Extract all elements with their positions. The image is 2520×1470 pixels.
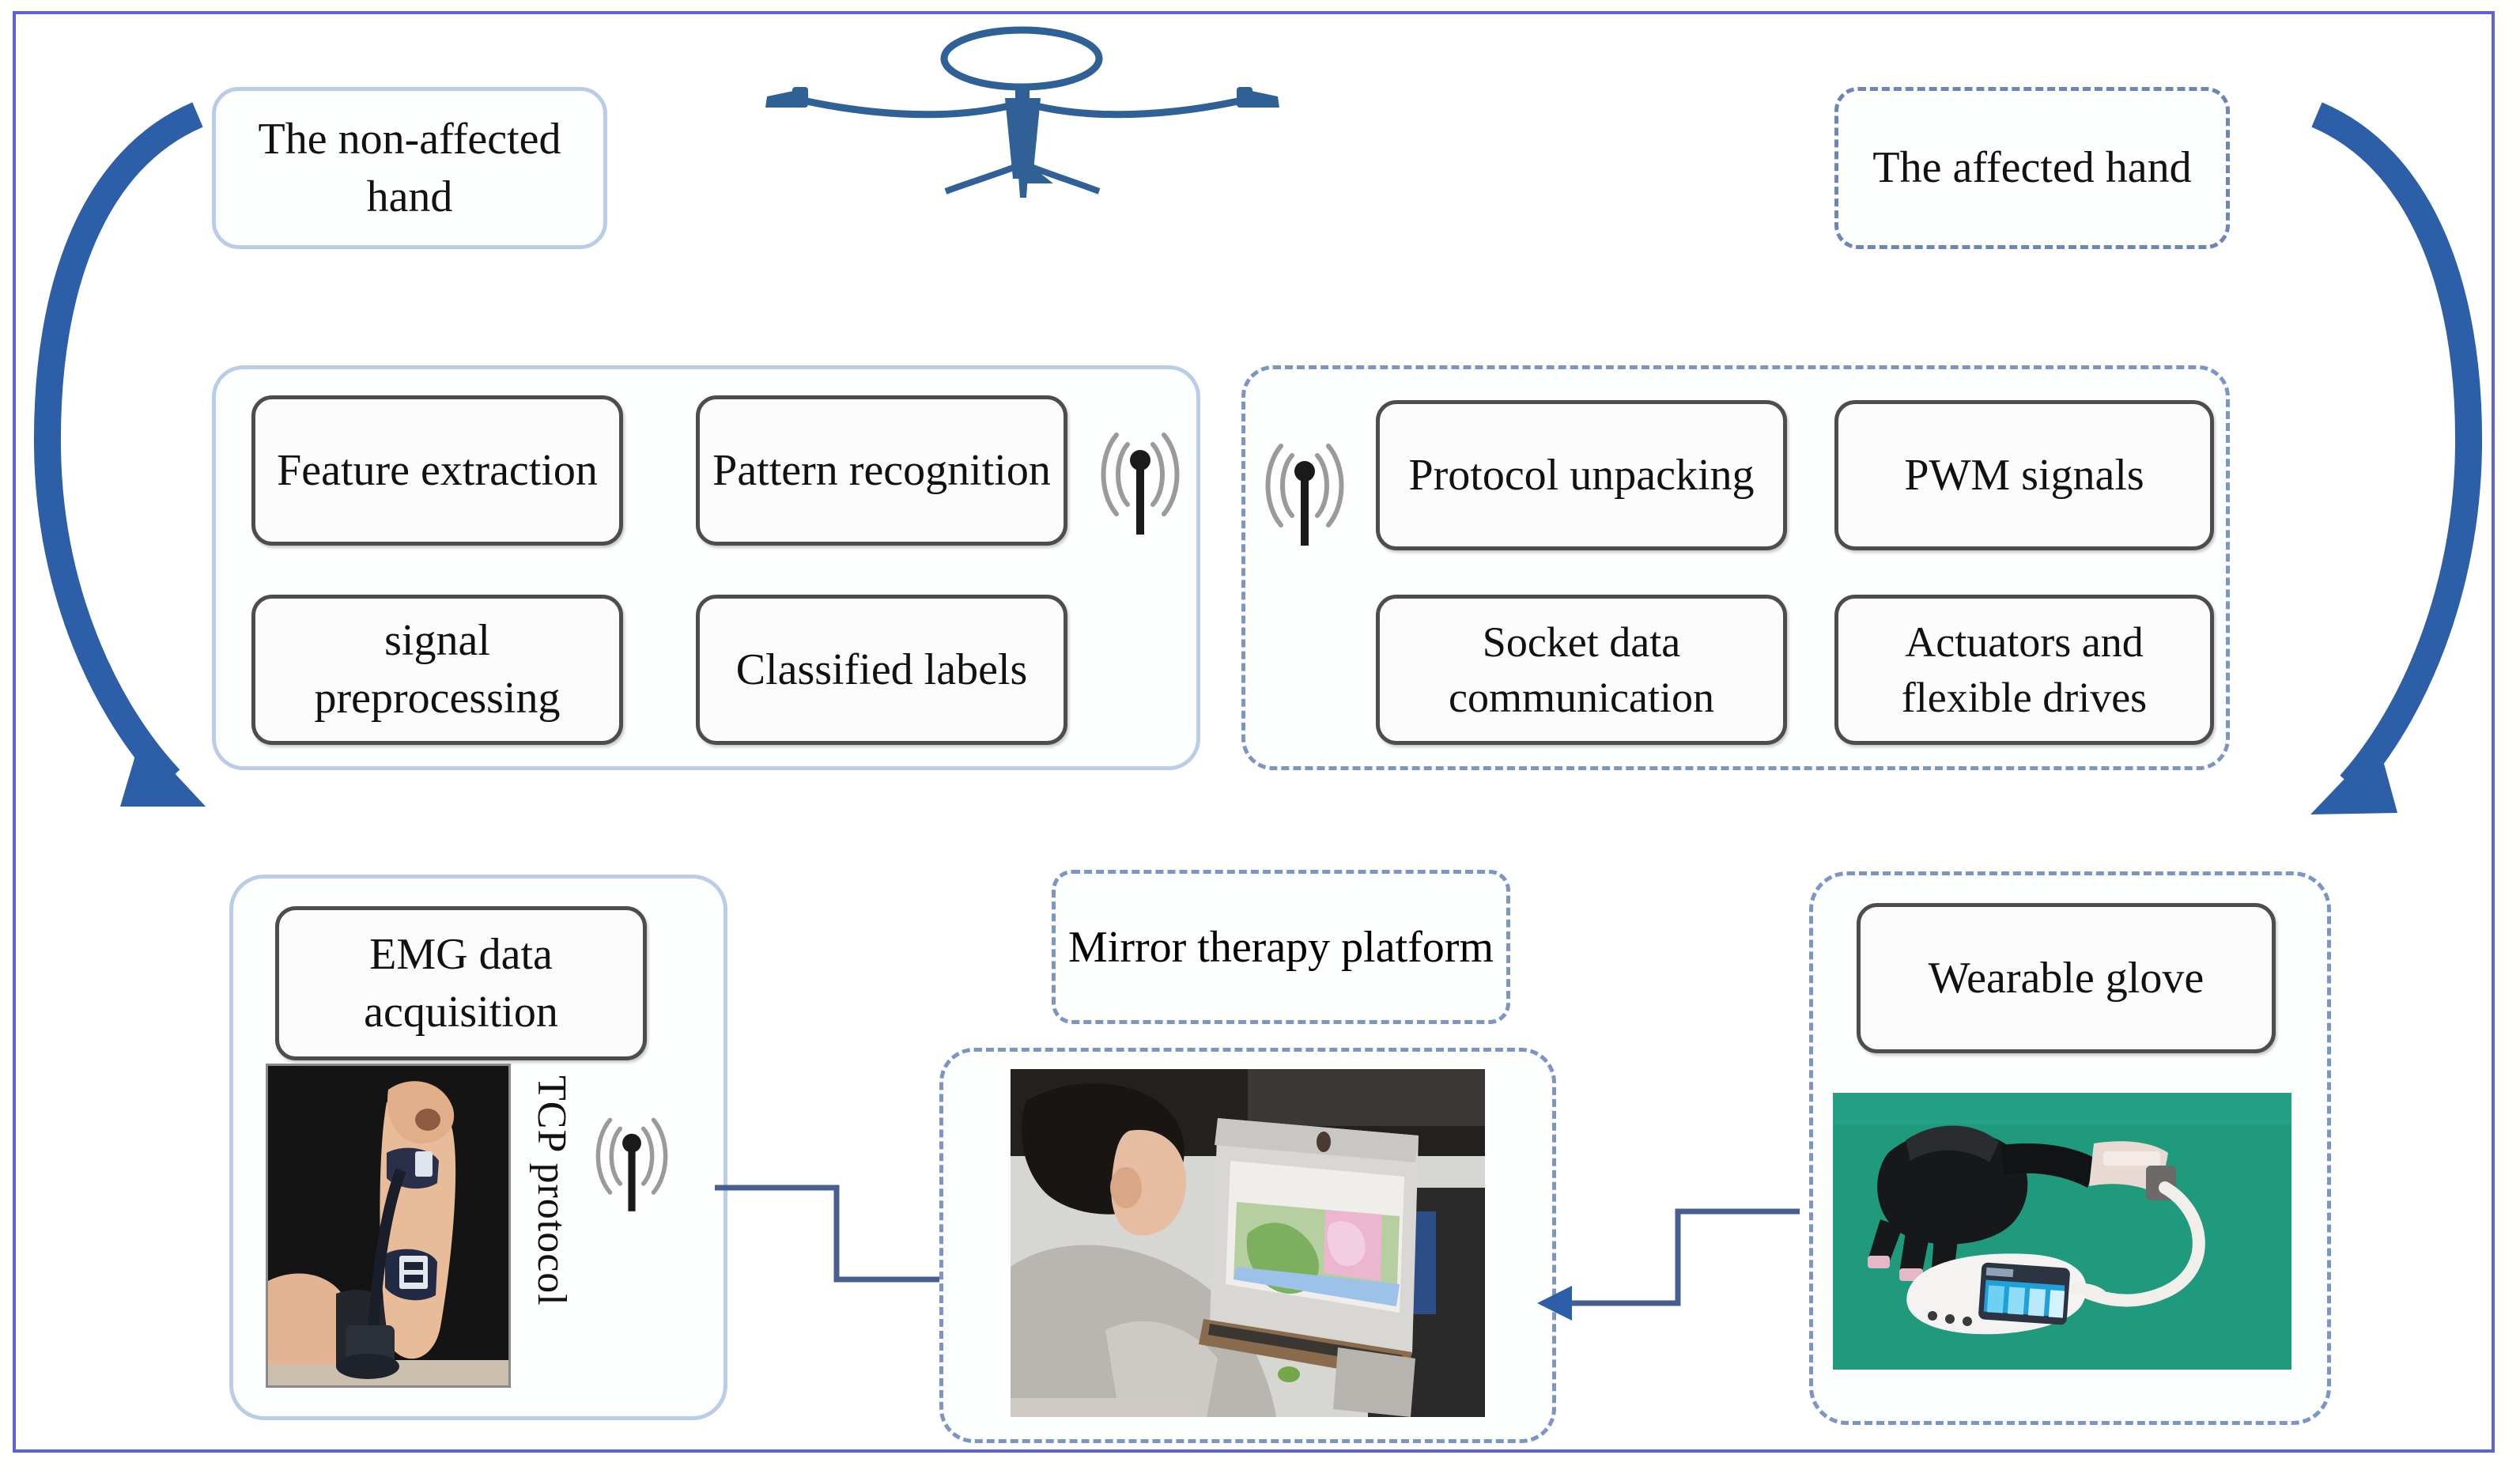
mirror-therapy-platform-label-box[interactable]: Mirror therapy platform bbox=[1052, 870, 1510, 1024]
node-actuators-flexible-drives[interactable]: Actuators and flexible drives bbox=[1834, 595, 2214, 745]
mirror-therapy-platform-label: Mirror therapy platform bbox=[1067, 922, 1494, 972]
emg-forearm-photo bbox=[266, 1064, 511, 1388]
node-label: Feature extraction bbox=[277, 445, 598, 495]
node-pwm-signals[interactable]: PWM signals bbox=[1834, 400, 2214, 550]
emg-data-acquisition-label: EMG data acquisition bbox=[364, 929, 558, 1037]
node-label: Protocol unpacking bbox=[1408, 450, 1755, 500]
node-label: Classified labels bbox=[735, 644, 1028, 694]
wearable-glove-photo bbox=[1833, 1093, 2291, 1370]
node-protocol-unpacking[interactable]: Protocol unpacking bbox=[1376, 400, 1787, 550]
stepped-arrow-left-icon bbox=[1537, 1208, 1800, 1321]
affected-hand-label: The affected hand bbox=[1872, 143, 2192, 193]
diagram-canvas: The non-affected hand The affected hand … bbox=[0, 0, 2520, 1470]
node-socket-data-communication[interactable]: Socket data communication bbox=[1376, 595, 1787, 745]
mirror-therapy-photo bbox=[1011, 1069, 1485, 1417]
node-pattern-recognition[interactable]: Pattern recognition bbox=[696, 395, 1067, 546]
tcp-protocol-label: TCP protocol bbox=[529, 1075, 574, 1306]
wireless-antenna-icon bbox=[1265, 444, 1344, 546]
node-label: Actuators and flexible drives bbox=[1901, 618, 2148, 721]
emg-data-acquisition-label-box[interactable]: EMG data acquisition bbox=[275, 906, 647, 1060]
human-stick-figure-icon bbox=[765, 26, 1279, 198]
affected-hand-box[interactable]: The affected hand bbox=[1834, 87, 2230, 249]
node-signal-preprocessing[interactable]: signal preprocessing bbox=[251, 595, 623, 745]
wireless-antenna-icon bbox=[595, 1117, 668, 1211]
wearable-glove-label: Wearable glove bbox=[1928, 953, 2205, 1003]
node-classified-labels[interactable]: Classified labels bbox=[696, 595, 1067, 745]
node-label: PWM signals bbox=[1904, 450, 2144, 500]
node-label: signal preprocessing bbox=[314, 616, 561, 723]
wearable-glove-label-box[interactable]: Wearable glove bbox=[1857, 903, 2276, 1053]
non-affected-hand-label: The non-affected hand bbox=[258, 114, 561, 221]
node-label: Pattern recognition bbox=[712, 445, 1051, 495]
node-label: Socket data communication bbox=[1449, 618, 1714, 721]
curved-arrow-right-icon bbox=[2310, 102, 2483, 814]
non-affected-hand-box[interactable]: The non-affected hand bbox=[212, 87, 607, 249]
node-feature-extraction[interactable]: Feature extraction bbox=[251, 395, 623, 546]
wireless-antenna-icon bbox=[1101, 433, 1180, 535]
